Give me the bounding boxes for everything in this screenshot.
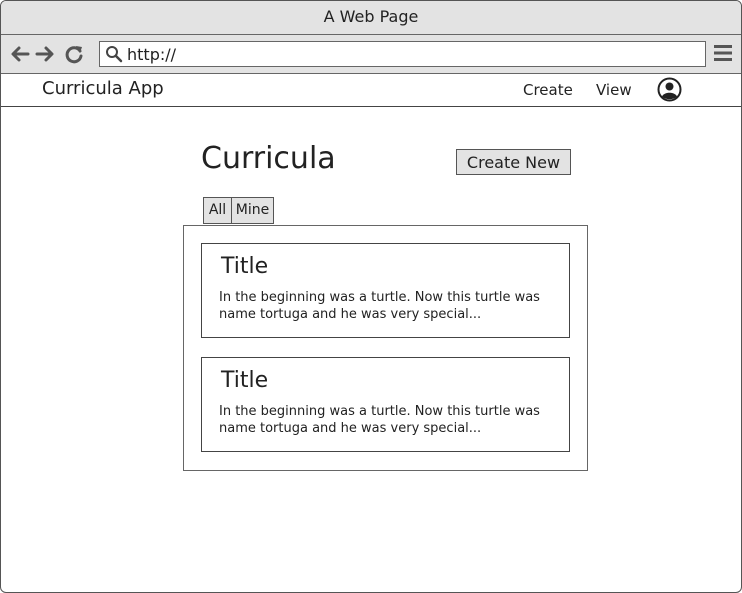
user-avatar-icon[interactable]: [657, 77, 682, 102]
browser-window: A Web Page http:// Curricula App Create: [0, 0, 742, 593]
curriculum-card[interactable]: Title In the beginning was a turtle. Now…: [201, 243, 570, 338]
window-title: A Web Page: [1, 1, 741, 35]
address-bar[interactable]: http://: [99, 41, 706, 67]
create-new-button[interactable]: Create New: [456, 149, 571, 175]
hamburger-menu-icon[interactable]: [713, 43, 733, 63]
curricula-list-panel: Title In the beginning was a turtle. Now…: [183, 225, 588, 471]
curriculum-card[interactable]: Title In the beginning was a turtle. Now…: [201, 357, 570, 452]
tab-mine[interactable]: Mine: [231, 197, 274, 224]
card-title: Title: [221, 368, 269, 393]
card-description: In the beginning was a turtle. Now this …: [219, 404, 540, 436]
app-navbar: Curricula App Create View: [1, 74, 741, 107]
back-arrow-icon[interactable]: [9, 43, 31, 65]
tab-all[interactable]: All: [203, 197, 232, 224]
browser-toolbar: http://: [1, 35, 741, 74]
forward-arrow-icon[interactable]: [34, 43, 56, 65]
url-text[interactable]: http://: [127, 45, 176, 64]
reload-icon[interactable]: [63, 43, 85, 65]
search-icon: [106, 46, 123, 63]
app-brand[interactable]: Curricula App: [42, 78, 164, 99]
page-title: Curricula: [201, 141, 336, 176]
nav-create-link[interactable]: Create: [523, 81, 573, 99]
card-description: In the beginning was a turtle. Now this …: [219, 290, 540, 322]
nav-view-link[interactable]: View: [596, 81, 632, 99]
card-title: Title: [221, 254, 269, 279]
